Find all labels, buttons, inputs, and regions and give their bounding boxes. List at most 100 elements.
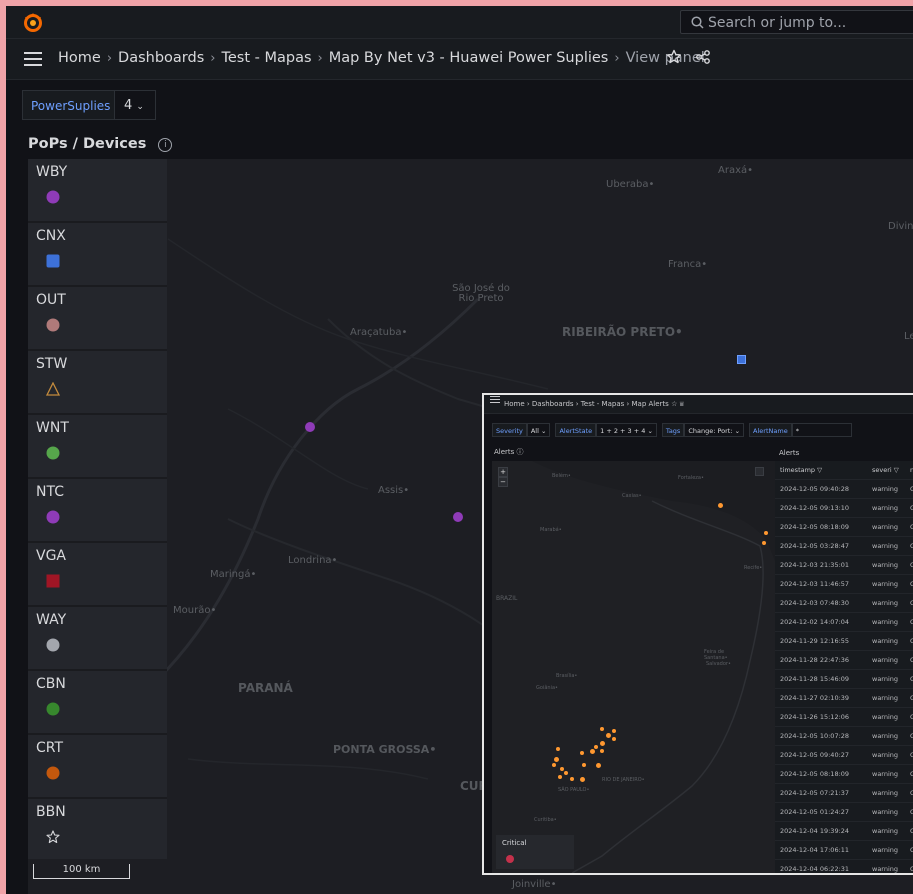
alert-marker — [718, 503, 723, 508]
table-header: timestamp ▽severi ▽n — [775, 461, 913, 480]
legend-item-wnt[interactable]: WNT — [28, 415, 167, 479]
circle-icon — [46, 510, 60, 524]
breadcrumb-dashboards[interactable]: Dashboards — [118, 50, 204, 66]
legend-item-ntc[interactable]: NTC — [28, 479, 167, 543]
share-icon[interactable] — [695, 49, 711, 69]
overlay-var-value: 1 + 2 + 3 + 4 ⌄ — [596, 423, 657, 437]
overlay-map-label: Feira de Santana• — [704, 649, 728, 661]
star-icon[interactable] — [666, 49, 682, 69]
circle-icon — [46, 702, 60, 716]
table-row: 2024-12-05 07:21:37warningC — [775, 784, 913, 803]
table-row: 2024-12-04 06:22:31warningC — [775, 860, 913, 873]
alert-marker — [594, 745, 598, 749]
severity-cell: warning — [872, 504, 899, 512]
menu-icon — [490, 396, 500, 405]
table-row: 2024-12-05 09:40:28warningC — [775, 480, 913, 499]
severity-cell: warning — [872, 694, 899, 702]
alert-marker — [590, 749, 595, 754]
menu-icon[interactable] — [24, 52, 42, 66]
timestamp-cell: 2024-12-05 09:40:27 — [780, 751, 850, 759]
filter-icon: ▽ — [817, 466, 823, 474]
share-icon: ⩸ — [679, 400, 684, 408]
breadcrumb-home[interactable]: Home — [58, 50, 101, 66]
timestamp-cell: 2024-11-26 15:12:06 — [780, 713, 850, 721]
overlay-map-label: Goiânia• — [536, 685, 558, 691]
alert-marker — [570, 777, 574, 781]
geomap-panel[interactable]: Araxá• Uberaba• Divin Franca• São José d… — [28, 159, 913, 894]
timestamp-cell: 2024-12-05 09:40:28 — [780, 485, 850, 493]
search-input[interactable]: Search or jump to... — [680, 10, 913, 34]
layers-icon — [755, 467, 764, 476]
variable-select-powersuplies[interactable]: 4 ⌄ — [114, 90, 156, 120]
search-placeholder: Search or jump to... — [708, 15, 847, 31]
map-marker-purple[interactable] — [453, 512, 463, 522]
severity-cell: warning — [872, 656, 899, 664]
alert-marker — [552, 763, 556, 767]
map-label: Mourão• — [173, 605, 217, 616]
breadcrumb-folder[interactable]: Test - Mapas — [221, 50, 311, 66]
timestamp-cell: 2024-11-29 12:16:55 — [780, 637, 850, 645]
map-marker-blue[interactable] — [737, 355, 746, 364]
map-label: Uberaba• — [606, 179, 655, 190]
overlay-var-label: AlertState — [555, 423, 597, 437]
severity-cell: warning — [872, 808, 899, 816]
alert-marker — [606, 733, 611, 738]
triangle-icon — [46, 382, 60, 396]
overlay-var-value: * — [791, 423, 852, 437]
table-row: 2024-12-03 07:48:30warningC — [775, 594, 913, 613]
overlay-map-label: Fortaleza• — [678, 475, 704, 481]
map-label: Assis• — [378, 485, 410, 496]
legend-item-crt[interactable]: CRT — [28, 735, 167, 799]
legend-item-vga[interactable]: VGA — [28, 543, 167, 607]
chevron-down-icon: ⌄ — [136, 102, 144, 112]
severity-cell: warning — [872, 865, 899, 873]
legend-item-cbn[interactable]: CBN — [28, 671, 167, 735]
column-header-text: timestamp — [780, 466, 816, 474]
legend-label: STW — [36, 356, 68, 372]
alert-marker — [600, 727, 604, 731]
circle-icon — [46, 446, 60, 460]
overlay-alerts-table: timestamp ▽severi ▽n 2024-12-05 09:40:28… — [775, 461, 913, 873]
overlay-var-value: All ⌄ — [526, 423, 551, 437]
legend-item-cnx[interactable]: CNX — [28, 223, 167, 287]
grafana-window: Search or jump to... Home › Dashboards › Tes… — [6, 6, 913, 894]
map-label: RIBEIRÃO PRETO• — [562, 325, 683, 339]
timestamp-cell: 2024-12-03 07:48:30 — [780, 599, 850, 607]
legend-item-stw[interactable]: STW — [28, 351, 167, 415]
legend-item-out[interactable]: OUT — [28, 287, 167, 351]
info-icon[interactable]: i — [158, 138, 173, 152]
legend-item-bbn[interactable]: BBN — [28, 799, 167, 861]
table-row: 2024-12-05 09:13:10warningC — [775, 499, 913, 518]
alert-marker — [762, 541, 766, 545]
severity-cell: warning — [872, 561, 899, 569]
overlay-var-label: Tags — [661, 423, 685, 437]
breadcrumb-dashboard[interactable]: Map By Net v3 - Huawei Power Suplies — [329, 50, 609, 66]
panel-title[interactable]: PoPs / Devices i — [28, 136, 173, 152]
map-marker-purple[interactable] — [305, 422, 315, 432]
chevron-right-icon: › — [210, 51, 216, 66]
timestamp-cell: 2024-12-05 07:21:37 — [780, 789, 850, 797]
map-label: Araxá• — [718, 165, 754, 176]
table-row: 2024-12-04 19:39:24warningC — [775, 822, 913, 841]
map-label: Divin — [888, 221, 913, 232]
alert-marker — [596, 763, 601, 768]
grafana-logo-icon[interactable] — [22, 11, 44, 33]
legend-item-way[interactable]: WAY — [28, 607, 167, 671]
overlay-map-label: SÃO PAULO• — [558, 787, 590, 793]
overlay-map-label: Salvador• — [706, 661, 731, 667]
severity-cell: warning — [872, 637, 899, 645]
severity-cell: warning — [872, 675, 899, 683]
timestamp-cell: 2024-12-03 11:46:57 — [780, 580, 850, 588]
map-label: PONTA GROSSA• — [333, 743, 437, 756]
legend-label: BBN — [36, 804, 66, 820]
table-row: 2024-11-26 15:12:06warningC — [775, 708, 913, 727]
table-row: 2024-12-05 10:07:28warningC — [775, 727, 913, 746]
legend-item-wby[interactable]: WBY — [28, 159, 167, 223]
severity-cell: warning — [872, 751, 899, 759]
chevron-right-icon: › — [317, 51, 323, 66]
overlay-map-label: Belém• — [552, 473, 571, 479]
critical-label: Critical — [502, 839, 527, 847]
alert-marker — [560, 767, 564, 771]
timestamp-cell: 2024-12-04 19:39:24 — [780, 827, 850, 835]
alert-marker — [564, 771, 568, 775]
